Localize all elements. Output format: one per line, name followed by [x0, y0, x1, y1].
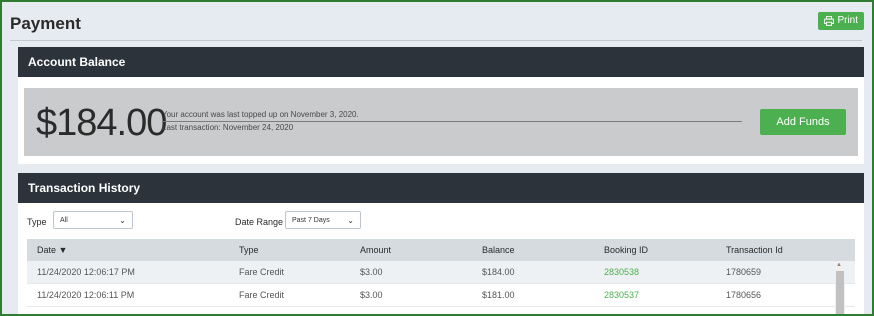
- cell-amount: $3.00: [360, 267, 383, 277]
- type-label: Type: [27, 217, 47, 227]
- table-header: Date ▼ Type Amount Balance Booking ID Tr…: [27, 239, 855, 261]
- date-range-value: Past 7 Days: [292, 217, 330, 224]
- transactions-table: Date ▼ Type Amount Balance Booking ID Tr…: [27, 239, 855, 307]
- column-header-transaction-id[interactable]: Transaction Id: [726, 239, 783, 261]
- add-funds-button[interactable]: Add Funds: [760, 109, 846, 135]
- transaction-history-panel: Transaction History Type All ⌄ Date Rang…: [18, 173, 864, 314]
- date-range-select[interactable]: Past 7 Days ⌄: [285, 211, 361, 229]
- cell-balance: $184.00: [482, 267, 515, 277]
- page-title: Payment: [10, 14, 81, 33]
- balance-box: $184.00 Your account was last topped up …: [24, 88, 858, 156]
- cell-transaction-id: 1780659: [726, 267, 762, 277]
- filters: Type All ⌄ Date Range Past 7 Days ⌄: [27, 211, 847, 235]
- cell-transaction-id: 1780656: [726, 290, 762, 300]
- scrollbar-thumb[interactable]: [836, 271, 844, 314]
- cell-type: Fare Credit: [239, 290, 285, 300]
- type-select-value: All: [60, 217, 68, 224]
- cell-type: Fare Credit: [239, 267, 285, 277]
- column-header-booking-id[interactable]: Booking ID: [604, 239, 648, 261]
- print-button[interactable]: Print: [818, 12, 864, 30]
- scroll-up-icon[interactable]: ▲: [836, 262, 842, 268]
- table-scrollbar[interactable]: ▲: [835, 261, 845, 314]
- date-range-label: Date Range: [235, 217, 284, 227]
- type-select[interactable]: All ⌄: [53, 211, 133, 229]
- transaction-history-heading: Transaction History: [18, 173, 864, 203]
- cell-date: 11/24/2020 12:06:17 PM: [37, 267, 135, 277]
- account-balance-panel: Account Balance $184.00 Your account was…: [18, 47, 864, 164]
- page-header: Payment Print: [10, 8, 864, 41]
- column-header-type[interactable]: Type: [239, 239, 259, 261]
- booking-id-link[interactable]: 2830538: [604, 261, 639, 283]
- divider: [162, 121, 742, 122]
- cell-date: 11/24/2020 12:06:11 PM: [37, 290, 135, 300]
- cell-balance: $181.00: [482, 290, 515, 300]
- payment-page: Payment Print Account Balance $184.00 Yo…: [0, 0, 874, 316]
- column-header-date[interactable]: Date ▼: [37, 239, 67, 261]
- printer-icon: [824, 16, 835, 26]
- balance-amount: $184.00: [36, 102, 167, 144]
- last-transaction-text: Last transaction: November 24, 2020: [162, 123, 294, 132]
- account-balance-heading: Account Balance: [18, 47, 864, 77]
- chevron-down-icon: ⌄: [347, 216, 354, 225]
- cell-amount: $3.00: [360, 290, 383, 300]
- chevron-down-icon: ⌄: [119, 216, 126, 225]
- topup-text: Your account was last topped up on Novem…: [162, 110, 359, 119]
- column-header-balance[interactable]: Balance: [482, 239, 515, 261]
- column-header-amount[interactable]: Amount: [360, 239, 391, 261]
- print-label: Print: [837, 15, 858, 26]
- table-row: 11/24/2020 12:06:11 PM Fare Credit $3.00…: [27, 284, 855, 307]
- booking-id-link[interactable]: 2830537: [604, 284, 639, 306]
- table-row: 11/24/2020 12:06:17 PM Fare Credit $3.00…: [27, 261, 855, 284]
